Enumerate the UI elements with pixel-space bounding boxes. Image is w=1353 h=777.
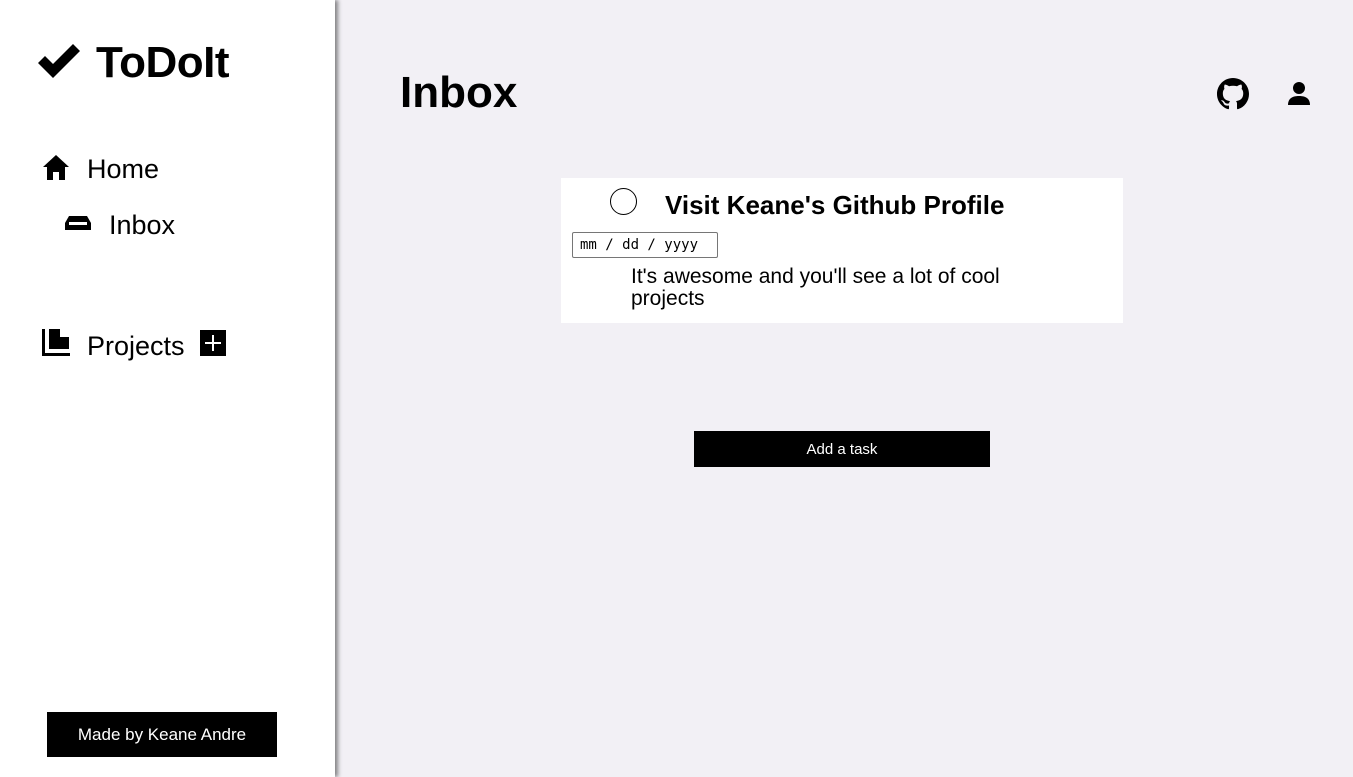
user-icon (1283, 78, 1315, 110)
home-icon (42, 153, 70, 186)
app-logo[interactable]: ToDoIt (36, 38, 230, 88)
made-by-button[interactable]: Made by Keane Andre (47, 712, 277, 757)
projects-icon (41, 328, 71, 365)
app-name: ToDoIt (96, 38, 230, 87)
task-title[interactable]: Visit Keane's Github Profile (665, 190, 1004, 221)
sidebar: ToDoIt Home Inbox Projects Made by Keane… (0, 0, 335, 777)
user-profile-button[interactable] (1283, 78, 1315, 110)
github-link[interactable] (1217, 78, 1249, 110)
sidebar-item-home[interactable]: Home (42, 153, 159, 186)
add-task-button[interactable]: Add a task (694, 431, 990, 467)
github-icon (1217, 78, 1249, 110)
task-description: It's awesome and you'll see a lot of coo… (631, 265, 1000, 310)
checkmark-icon (36, 43, 82, 83)
task-due-date-input[interactable]: mm / dd / yyyy (572, 232, 718, 258)
sidebar-item-label: Home (87, 154, 160, 184)
sidebar-item-projects[interactable]: Projects (41, 328, 185, 365)
inbox-icon (64, 210, 92, 241)
task-complete-checkbox[interactable] (610, 188, 637, 215)
add-project-button[interactable] (200, 330, 226, 356)
sidebar-item-inbox[interactable]: Inbox (64, 210, 175, 241)
plus-icon (200, 330, 226, 356)
page-title: Inbox (400, 68, 518, 117)
sidebar-item-label: Projects (87, 331, 185, 361)
task-card: Visit Keane's Github Profile mm / dd / y… (561, 178, 1123, 323)
sidebar-item-label: Inbox (109, 210, 176, 240)
